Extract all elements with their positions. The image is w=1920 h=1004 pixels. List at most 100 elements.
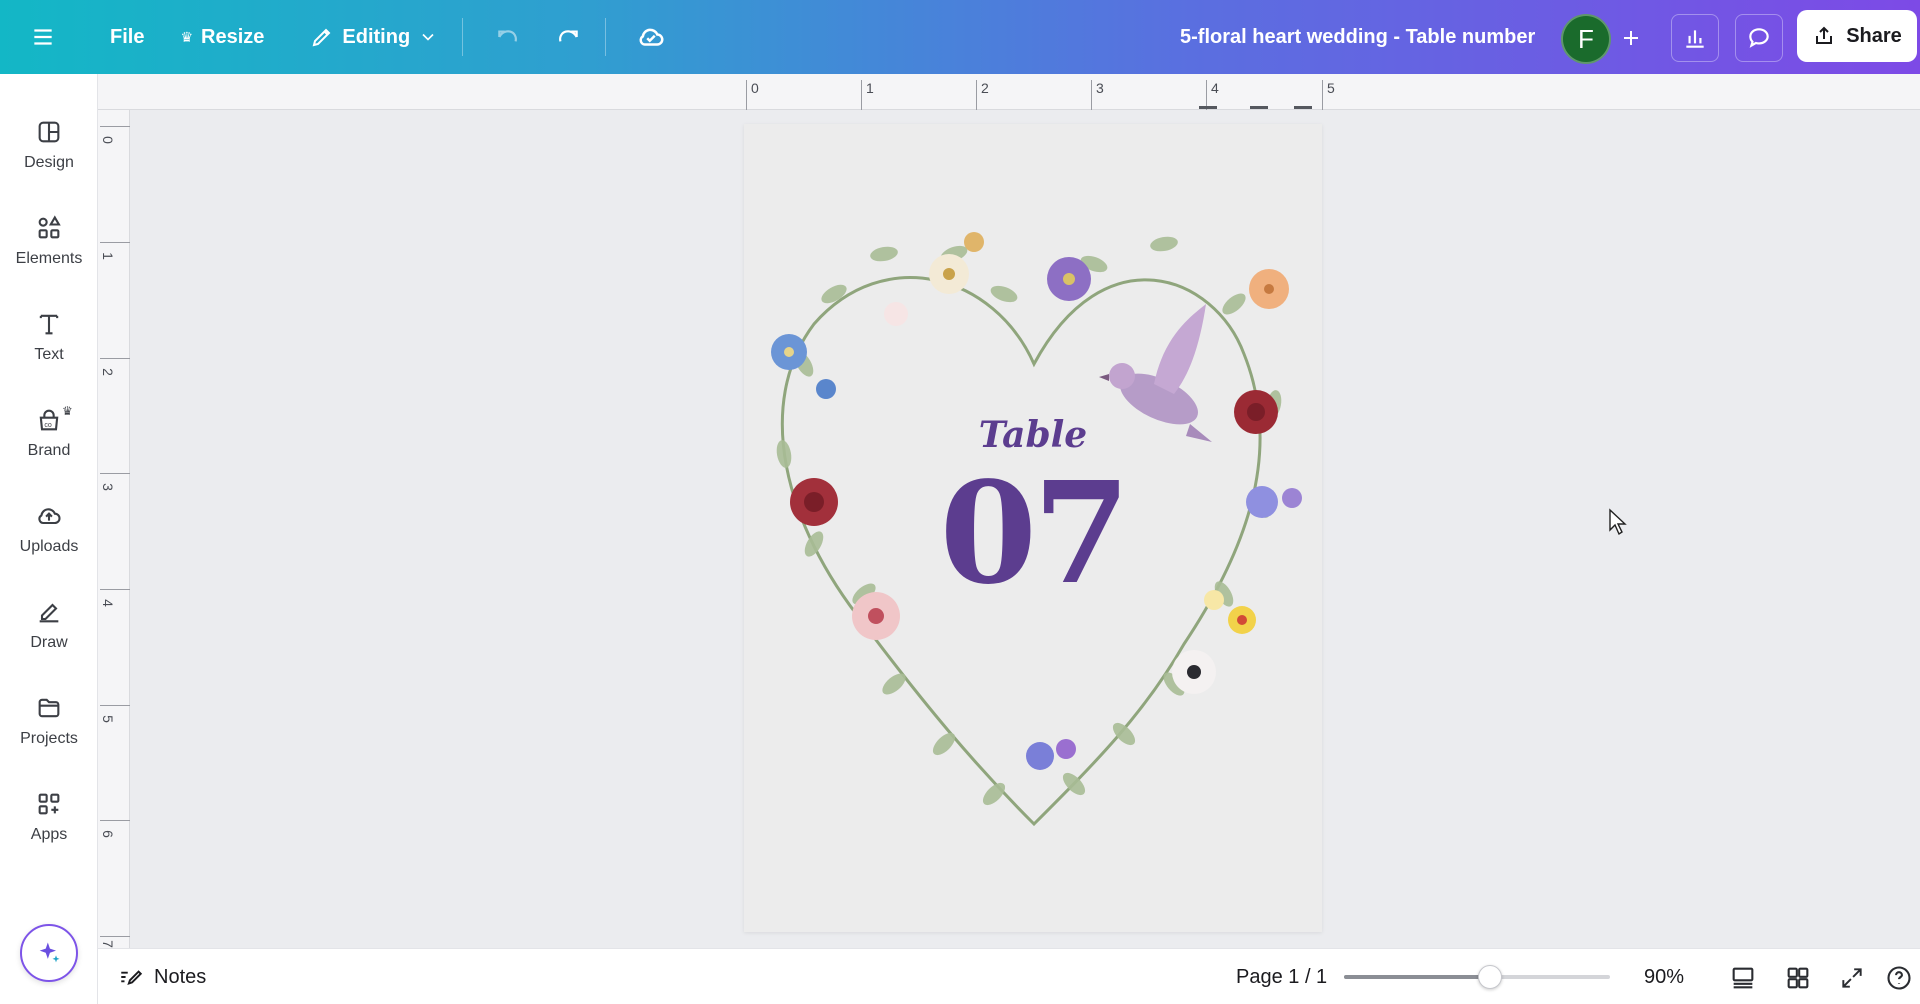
projects-icon <box>38 698 60 718</box>
insights-button[interactable] <box>1671 14 1719 62</box>
comments-button[interactable] <box>1735 14 1783 62</box>
share-button[interactable]: Share <box>1797 10 1917 62</box>
grid-view-icon <box>1787 967 1809 989</box>
document-title[interactable]: 5-floral heart wedding - Table number <box>1180 0 1535 74</box>
page-view-button[interactable] <box>1726 961 1760 995</box>
ruler-tick <box>100 242 130 243</box>
ruler-number: 6 <box>99 830 116 838</box>
zoom-slider-fill <box>1344 975 1491 979</box>
page-view-icon <box>1732 967 1754 989</box>
sidebar-item-design[interactable]: Design <box>0 100 98 190</box>
help-button[interactable] <box>1882 961 1916 995</box>
notes-pencil-icon <box>121 970 143 986</box>
fullscreen-button[interactable] <box>1835 961 1869 995</box>
toolbar-divider <box>462 18 464 56</box>
ruler-tick <box>100 936 130 937</box>
ruler-number: 2 <box>99 368 116 376</box>
draw-icon <box>39 603 59 623</box>
help-icon <box>1887 966 1911 990</box>
zoom-percentage[interactable]: 90% <box>1644 957 1684 997</box>
user-avatar[interactable]: F <box>1561 14 1611 64</box>
ruler-number: 5 <box>99 715 116 723</box>
ruler-tick <box>1091 80 1092 110</box>
ruler-number: 1 <box>866 80 874 96</box>
ruler-tick <box>100 820 130 821</box>
sidebar-item-draw[interactable]: Draw <box>0 580 98 670</box>
text-icon <box>39 314 59 335</box>
expand-icon <box>1842 968 1862 988</box>
ruler-tick <box>861 80 862 110</box>
design-page[interactable]: Table 07 <box>744 124 1322 932</box>
bottom-status-bar: Notes Page 1 / 1 90% <box>98 948 1920 1004</box>
ruler-tick <box>1322 80 1323 110</box>
svg-text:co: co <box>44 422 52 429</box>
page-count[interactable]: Page 1 / 1 <box>1236 957 1327 997</box>
sidebar-item-uploads[interactable]: Uploads <box>0 484 98 574</box>
grid-view-button[interactable] <box>1781 961 1815 995</box>
flower-violet-bottom <box>1026 739 1076 770</box>
vertical-ruler[interactable]: 0 1 2 3 4 5 6 7 <box>98 110 130 948</box>
share-upload-icon <box>1816 26 1833 44</box>
notes-label: Notes <box>154 965 207 988</box>
left-sidebar: Design Elements Text ♛ co Brand Uploads … <box>0 74 98 1004</box>
sidebar-item-label: Elements <box>15 250 83 267</box>
ruler-number: 2 <box>981 80 989 96</box>
share-label: Share <box>1846 24 1902 47</box>
sidebar-item-label: Projects <box>20 730 78 747</box>
redo-icon <box>559 30 578 42</box>
table-label-text[interactable]: Table <box>744 414 1322 456</box>
undo-icon <box>498 30 518 42</box>
elements-icon <box>38 215 61 239</box>
brand-icon: co <box>39 409 59 431</box>
cloud-check-icon <box>639 28 664 46</box>
table-number-text[interactable]: 07 <box>744 464 1322 604</box>
redo-button[interactable] <box>541 15 595 59</box>
ruler-tick <box>100 473 130 474</box>
editing-mode-dropdown[interactable]: Editing <box>296 15 452 59</box>
ruler-number: 3 <box>1096 80 1104 96</box>
ruler-number: 7 <box>99 940 116 948</box>
zoom-slider-handle[interactable] <box>1478 965 1503 989</box>
undo-button[interactable] <box>481 15 535 59</box>
sidebar-item-label: Apps <box>30 826 68 843</box>
sidebar-item-elements[interactable]: Elements <box>0 196 98 286</box>
mouse-cursor-icon <box>1609 508 1627 536</box>
horizontal-ruler[interactable]: 0 1 2 3 4 5 <box>98 74 1920 110</box>
flower-anemone <box>1172 650 1216 694</box>
sidebar-item-brand[interactable]: ♛ co Brand <box>0 388 98 478</box>
zoom-slider[interactable] <box>1344 965 1610 989</box>
ruler-number: 3 <box>99 483 116 491</box>
menu-button[interactable] <box>20 15 66 59</box>
resize-button[interactable]: ♛ Resize <box>166 15 278 59</box>
toolbar-divider <box>605 18 607 56</box>
ruler-guide-marker <box>1294 106 1312 109</box>
sidebar-item-projects[interactable]: Projects <box>0 676 98 766</box>
ruler-number: 0 <box>99 136 116 144</box>
sidebar-item-text[interactable]: Text <box>0 292 98 382</box>
ruler-guide-marker <box>1250 106 1268 109</box>
ruler-tick <box>100 358 130 359</box>
crown-icon: ♛ <box>180 28 194 45</box>
sidebar-item-label: Brand <box>27 442 71 459</box>
ruler-number: 4 <box>1211 80 1219 96</box>
flower-peach <box>1249 269 1289 309</box>
invite-button[interactable] <box>1607 14 1655 62</box>
ruler-tick <box>100 126 130 127</box>
file-menu-button[interactable]: File <box>96 15 158 59</box>
top-toolbar: File ♛ Resize Editing 5-floral heart wed… <box>0 0 1920 74</box>
flower-purple <box>1047 257 1091 301</box>
ruler-number: 5 <box>1327 80 1335 96</box>
magic-assistant-button[interactable] <box>20 924 78 982</box>
sidebar-item-label: Draw <box>30 634 68 651</box>
notes-button[interactable]: Notes <box>118 957 206 997</box>
plus-icon <box>1624 31 1638 45</box>
hamburger-icon <box>34 29 52 45</box>
ruler-number: 0 <box>751 80 759 96</box>
canva-editor: File ♛ Resize Editing 5-floral heart wed… <box>0 0 1920 1004</box>
ruler-number: 4 <box>99 599 116 607</box>
cloud-save-status[interactable] <box>622 15 680 59</box>
bar-chart-icon <box>1686 30 1704 48</box>
ruler-tick <box>100 589 130 590</box>
sidebar-item-apps[interactable]: Apps <box>0 772 98 862</box>
ruler-tick <box>100 705 130 706</box>
